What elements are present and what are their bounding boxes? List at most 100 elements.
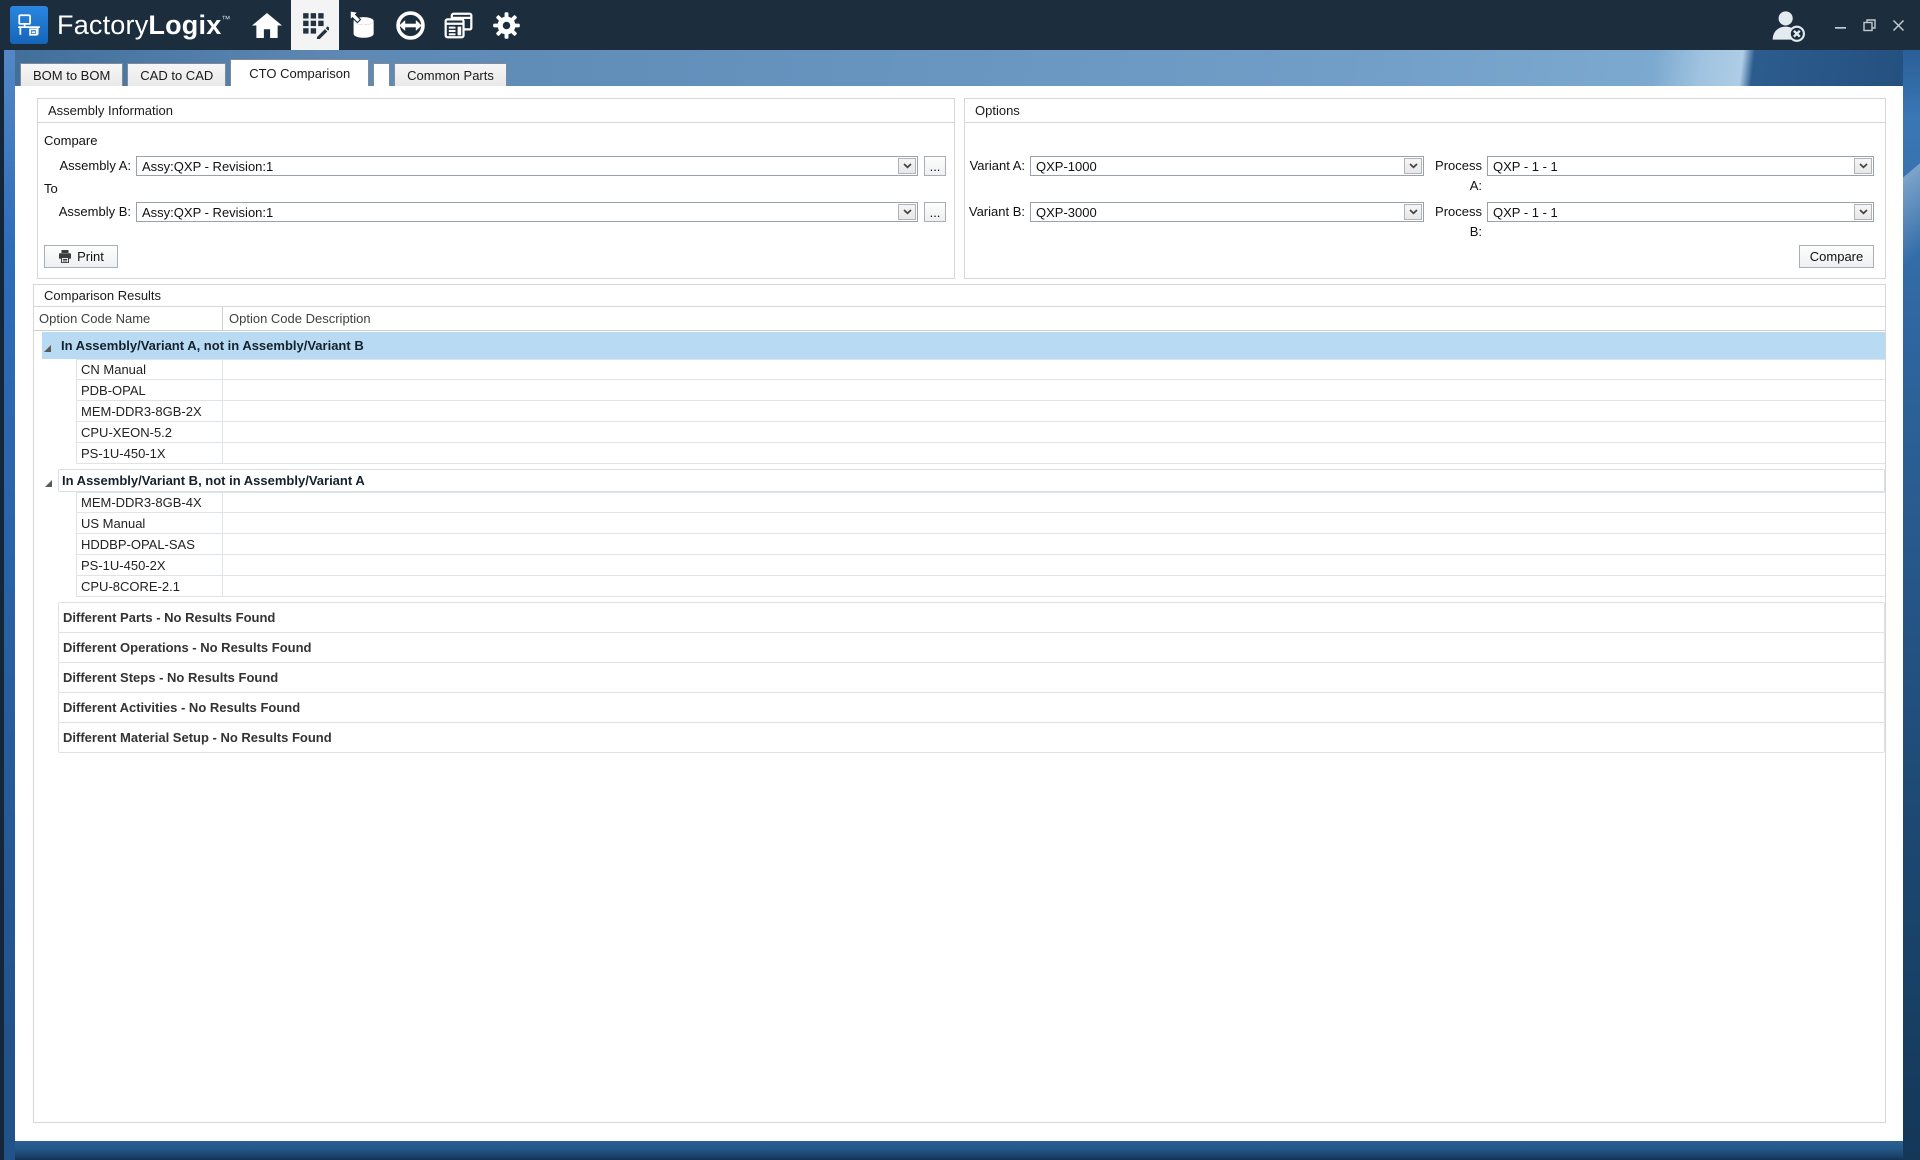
close-icon[interactable] [1890, 17, 1906, 33]
section-different-activities[interactable]: Different Activities - No Results Found [58, 692, 1885, 723]
printer-icon [58, 250, 72, 263]
user-offline-icon[interactable] [1770, 9, 1806, 42]
option-description-cell[interactable] [223, 443, 1885, 464]
documents-icon[interactable] [435, 0, 483, 50]
column-header-option-code-description[interactable]: Option Code Description [223, 307, 1885, 330]
section-different-steps[interactable]: Different Steps - No Results Found [58, 662, 1885, 693]
minimize-button[interactable] [1832, 17, 1848, 33]
panel-title: Options [965, 99, 1885, 123]
variant-a-label: Variant A: [965, 156, 1025, 176]
settings-gear-icon[interactable] [483, 0, 531, 50]
option-description-cell[interactable] [223, 492, 1885, 513]
option-code-cell[interactable]: PS-1U-450-1X [76, 443, 223, 464]
variant-b-label: Variant B: [965, 202, 1025, 222]
restore-button[interactable] [1861, 17, 1877, 33]
option-description-cell[interactable] [223, 422, 1885, 443]
chevron-down-icon[interactable] [1854, 158, 1872, 174]
option-description-cell[interactable] [223, 576, 1885, 597]
variant-b-combobox[interactable]: QXP-3000 [1030, 202, 1424, 222]
option-code-cell[interactable]: CPU-8CORE-2.1 [76, 576, 223, 597]
tab-blank[interactable] [373, 63, 390, 86]
variant-a-value: QXP-1000 [1031, 157, 1403, 175]
tab-label: CAD to CAD [140, 68, 213, 83]
to-label: To [44, 179, 58, 199]
main-content: Assembly Information Compare Assembly A:… [15, 86, 1903, 1141]
titlebar: FactoryLogix™ [0, 0, 1920, 50]
option-description-cell[interactable] [223, 380, 1885, 401]
chevron-down-icon[interactable] [898, 204, 916, 220]
app-window: FactoryLogix™ [0, 0, 1920, 1160]
assembly-a-combobox[interactable]: Assy:QXP - Revision:1 [136, 156, 918, 176]
group-label: In Assembly/Variant B, not in Assembly/V… [62, 473, 365, 488]
option-code-cell[interactable]: PS-1U-450-2X [76, 555, 223, 576]
print-label: Print [77, 249, 104, 264]
option-code-cell[interactable]: CN Manual [76, 359, 223, 380]
section-different-parts[interactable]: Different Parts - No Results Found [58, 602, 1885, 633]
option-code-cell[interactable]: PDB-OPAL [76, 380, 223, 401]
options-panel: Options Variant A: QXP-1000 Process A: Q… [964, 98, 1886, 279]
collapse-triangle-icon[interactable] [43, 341, 52, 356]
table-row: MEM-DDR3-8GB-2X [76, 401, 1885, 422]
option-description-cell[interactable] [223, 555, 1885, 576]
tab-cad-to-cad[interactable]: CAD to CAD [127, 63, 226, 86]
table-row: PS-1U-450-1X [76, 443, 1885, 464]
tab-label: Common Parts [407, 68, 494, 83]
chevron-down-icon[interactable] [898, 158, 916, 174]
table-row: PS-1U-450-2X [76, 555, 1885, 576]
group-row-variant-b-not-a[interactable]: In Assembly/Variant B, not in Assembly/V… [58, 469, 1885, 492]
brand-trademark: ™ [221, 14, 230, 24]
tab-bar: BOM to BOM CAD to CAD CTO Comparison Com… [0, 50, 1920, 86]
group-row-variant-a-not-b[interactable]: In Assembly/Variant A, not in Assembly/V… [42, 332, 1885, 359]
variant-a-combobox[interactable]: QXP-1000 [1030, 156, 1424, 176]
table-row: US Manual [76, 513, 1885, 534]
table-row: PDB-OPAL [76, 380, 1885, 401]
status-bar [15, 1141, 1903, 1160]
section-different-material-setup[interactable]: Different Material Setup - No Results Fo… [58, 722, 1885, 753]
option-code-cell[interactable]: HDDBP-OPAL-SAS [76, 534, 223, 555]
compare-button[interactable]: Compare [1799, 245, 1874, 268]
table-row: HDDBP-OPAL-SAS [76, 534, 1885, 555]
home-icon[interactable] [243, 0, 291, 50]
tab-cto-comparison[interactable]: CTO Comparison [230, 59, 369, 86]
process-b-value: QXP - 1 - 1 [1488, 203, 1853, 221]
process-a-value: QXP - 1 - 1 [1488, 157, 1853, 175]
collapse-triangle-icon[interactable] [44, 476, 53, 491]
brand-bold: Logix [148, 10, 221, 40]
tab-common-parts[interactable]: Common Parts [394, 63, 507, 86]
assembly-a-browse-button[interactable]: ... [924, 156, 946, 176]
process-a-combobox[interactable]: QXP - 1 - 1 [1487, 156, 1874, 176]
app-logo-icon[interactable] [10, 6, 48, 44]
option-code-cell[interactable]: MEM-DDR3-8GB-2X [76, 401, 223, 422]
app-title: FactoryLogix™ [57, 10, 231, 41]
column-header-option-code-name[interactable]: Option Code Name [34, 307, 223, 330]
option-description-cell[interactable] [223, 401, 1885, 422]
sync-transfer-icon[interactable] [387, 0, 435, 50]
assembly-b-combobox[interactable]: Assy:QXP - Revision:1 [136, 202, 918, 222]
option-description-cell[interactable] [223, 534, 1885, 555]
section-different-operations[interactable]: Different Operations - No Results Found [58, 632, 1885, 663]
process-b-label: Process B: [1420, 202, 1482, 242]
variant-b-value: QXP-3000 [1031, 203, 1403, 221]
option-description-cell[interactable] [223, 513, 1885, 534]
tab-label: CTO Comparison [249, 66, 350, 81]
group-label: In Assembly/Variant A, not in Assembly/V… [61, 338, 364, 353]
window-frame-left [0, 50, 15, 1160]
option-description-cell[interactable] [223, 359, 1885, 380]
process-b-combobox[interactable]: QXP - 1 - 1 [1487, 202, 1874, 222]
assembly-a-label: Assembly A: [38, 156, 131, 176]
chevron-down-icon[interactable] [1854, 204, 1872, 220]
option-code-cell[interactable]: CPU-XEON-5.2 [76, 422, 223, 443]
table-row: CPU-XEON-5.2 [76, 422, 1885, 443]
option-code-cell[interactable]: US Manual [76, 513, 223, 534]
assembly-b-browse-button[interactable]: ... [924, 202, 946, 222]
tab-bom-to-bom[interactable]: BOM to BOM [20, 63, 123, 86]
comparison-results-panel: Comparison Results Option Code Name Opti… [33, 284, 1886, 1123]
assembly-b-value: Assy:QXP - Revision:1 [137, 203, 897, 221]
engineering-grid-icon[interactable] [291, 0, 339, 50]
assembly-a-value: Assy:QXP - Revision:1 [137, 157, 897, 175]
print-button[interactable]: Print [44, 245, 118, 268]
option-code-cell[interactable]: MEM-DDR3-8GB-4X [76, 492, 223, 513]
panel-title: Comparison Results [34, 285, 1885, 307]
database-import-icon[interactable] [339, 0, 387, 50]
compare-label: Compare [44, 131, 97, 151]
